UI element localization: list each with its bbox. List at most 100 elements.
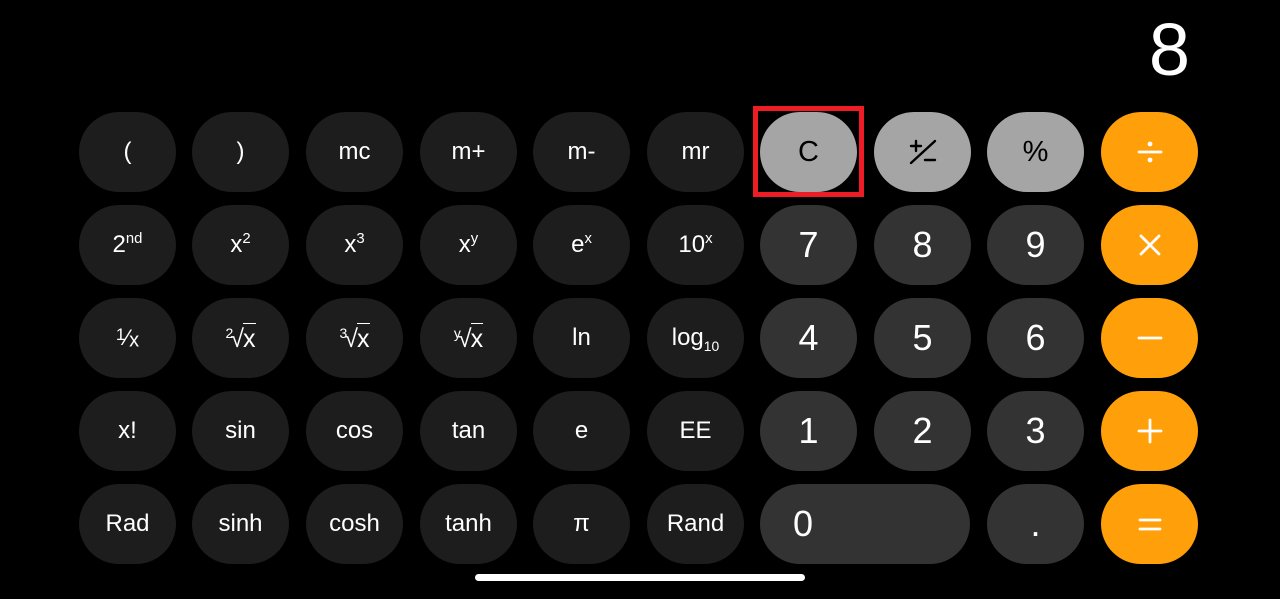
- euler-e-label: e: [574, 417, 589, 444]
- add-button[interactable]: [1101, 391, 1198, 471]
- reciprocal-label: 1⁄x: [115, 324, 140, 352]
- open-paren-button[interactable]: (: [79, 112, 176, 192]
- exp-ten-button[interactable]: 10x: [647, 205, 744, 285]
- sign-toggle-icon: [906, 135, 940, 169]
- euler-e-button[interactable]: e: [533, 391, 630, 471]
- random-label: Rand: [666, 510, 725, 537]
- calculator-app: 8 ( ) mc m+ m- mr C % 2nd x2 x3 xy ex 10…: [0, 0, 1280, 599]
- plus-icon: [1132, 413, 1168, 449]
- tanh-button[interactable]: tanh: [420, 484, 517, 564]
- multiply-button[interactable]: [1101, 205, 1198, 285]
- exp-e-button[interactable]: ex: [533, 205, 630, 285]
- digit-2-button[interactable]: 2: [874, 391, 971, 471]
- keypad-row-3: 1⁄x 2 √ x 3 √ x y √ x ln log10 4 5 6: [79, 298, 1200, 378]
- subtract-button[interactable]: [1101, 298, 1198, 378]
- tan-button[interactable]: tan: [420, 391, 517, 471]
- nth-root-label: y √ x: [453, 322, 484, 353]
- digit-9-label: 9: [1025, 224, 1046, 265]
- display-value: 8: [1148, 8, 1190, 91]
- ee-label: EE: [679, 417, 712, 444]
- cube-button[interactable]: x3: [306, 205, 403, 285]
- cube-root-label: 3 √ x: [339, 322, 370, 353]
- pi-label: π: [573, 510, 590, 537]
- digit-4-label: 4: [798, 317, 819, 358]
- cos-label: cos: [335, 417, 374, 444]
- ee-button[interactable]: EE: [647, 391, 744, 471]
- factorial-label: x!: [118, 417, 137, 444]
- second-function-label: 2nd: [112, 231, 143, 258]
- factorial-button[interactable]: x!: [79, 391, 176, 471]
- sign-toggle-button[interactable]: [874, 112, 971, 192]
- cube-label: x3: [344, 231, 365, 258]
- percent-label: %: [1022, 135, 1049, 168]
- digit-9-button[interactable]: 9: [987, 205, 1084, 285]
- percent-button[interactable]: %: [987, 112, 1084, 192]
- exp-ten-label: 10x: [678, 231, 713, 258]
- sinh-button[interactable]: sinh: [192, 484, 289, 564]
- sin-button[interactable]: sin: [192, 391, 289, 471]
- calculator-display: 8: [0, 0, 1200, 100]
- reciprocal-button[interactable]: 1⁄x: [79, 298, 176, 378]
- memory-subtract-label: m-: [567, 138, 596, 165]
- nth-root-button[interactable]: y √ x: [420, 298, 517, 378]
- calculator-keypad: ( ) mc m+ m- mr C % 2nd x2 x3 xy ex 10x …: [79, 112, 1200, 564]
- natural-log-label: ln: [572, 324, 591, 351]
- sin-label: sin: [225, 417, 256, 444]
- divide-button[interactable]: [1101, 112, 1198, 192]
- natural-log-button[interactable]: ln: [533, 298, 630, 378]
- digit-0-label: 0: [793, 503, 814, 544]
- digit-2-label: 2: [912, 410, 933, 451]
- memory-recall-button[interactable]: mr: [647, 112, 744, 192]
- exp-e-label: ex: [571, 231, 592, 258]
- divide-icon: [1132, 134, 1168, 170]
- keypad-row-1: ( ) mc m+ m- mr C %: [79, 112, 1200, 192]
- digit-5-button[interactable]: 5: [874, 298, 971, 378]
- digit-3-label: 3: [1025, 410, 1046, 451]
- cosh-button[interactable]: cosh: [306, 484, 403, 564]
- close-paren-button[interactable]: ): [192, 112, 289, 192]
- digit-5-label: 5: [912, 317, 933, 358]
- cos-button[interactable]: cos: [306, 391, 403, 471]
- radians-label: Rad: [105, 510, 150, 537]
- cosh-label: cosh: [329, 510, 380, 537]
- random-button[interactable]: Rand: [647, 484, 744, 564]
- digit-1-button[interactable]: 1: [760, 391, 857, 471]
- minus-icon: [1132, 320, 1168, 356]
- digit-6-button[interactable]: 6: [987, 298, 1084, 378]
- square-button[interactable]: x2: [192, 205, 289, 285]
- digit-7-button[interactable]: 7: [760, 205, 857, 285]
- digit-0-button[interactable]: 0: [760, 484, 970, 564]
- pi-button[interactable]: π: [533, 484, 630, 564]
- digit-8-label: 8: [912, 224, 933, 265]
- radians-button[interactable]: Rad: [79, 484, 176, 564]
- decimal-point-button[interactable]: .: [987, 484, 1084, 564]
- power-xy-button[interactable]: xy: [420, 205, 517, 285]
- home-indicator[interactable]: [475, 574, 805, 581]
- log-base-10-button[interactable]: log10: [647, 298, 744, 378]
- keypad-row-2: 2nd x2 x3 xy ex 10x 7 8 9: [79, 205, 1200, 285]
- cube-root-button[interactable]: 3 √ x: [306, 298, 403, 378]
- digit-6-label: 6: [1025, 317, 1046, 358]
- square-label: x2: [230, 231, 251, 258]
- digit-7-label: 7: [798, 224, 819, 265]
- second-function-button[interactable]: 2nd: [79, 205, 176, 285]
- keypad-row-5: Rad sinh cosh tanh π Rand 0 .: [79, 484, 1200, 564]
- equals-icon: [1132, 506, 1168, 542]
- decimal-point-label: .: [1030, 503, 1041, 544]
- square-root-button[interactable]: 2 √ x: [192, 298, 289, 378]
- digit-3-button[interactable]: 3: [987, 391, 1084, 471]
- clear-button[interactable]: C: [760, 112, 857, 192]
- digit-1-label: 1: [798, 410, 819, 451]
- memory-add-button[interactable]: m+: [420, 112, 517, 192]
- equals-button[interactable]: [1101, 484, 1198, 564]
- memory-clear-button[interactable]: mc: [306, 112, 403, 192]
- multiply-icon: [1132, 227, 1168, 263]
- memory-recall-label: mr: [681, 138, 710, 165]
- tan-label: tan: [451, 417, 486, 444]
- tanh-label: tanh: [445, 510, 492, 537]
- keypad-row-4: x! sin cos tan e EE 1 2 3: [79, 391, 1200, 471]
- memory-subtract-button[interactable]: m-: [533, 112, 630, 192]
- clear-label: C: [798, 135, 819, 168]
- digit-8-button[interactable]: 8: [874, 205, 971, 285]
- digit-4-button[interactable]: 4: [760, 298, 857, 378]
